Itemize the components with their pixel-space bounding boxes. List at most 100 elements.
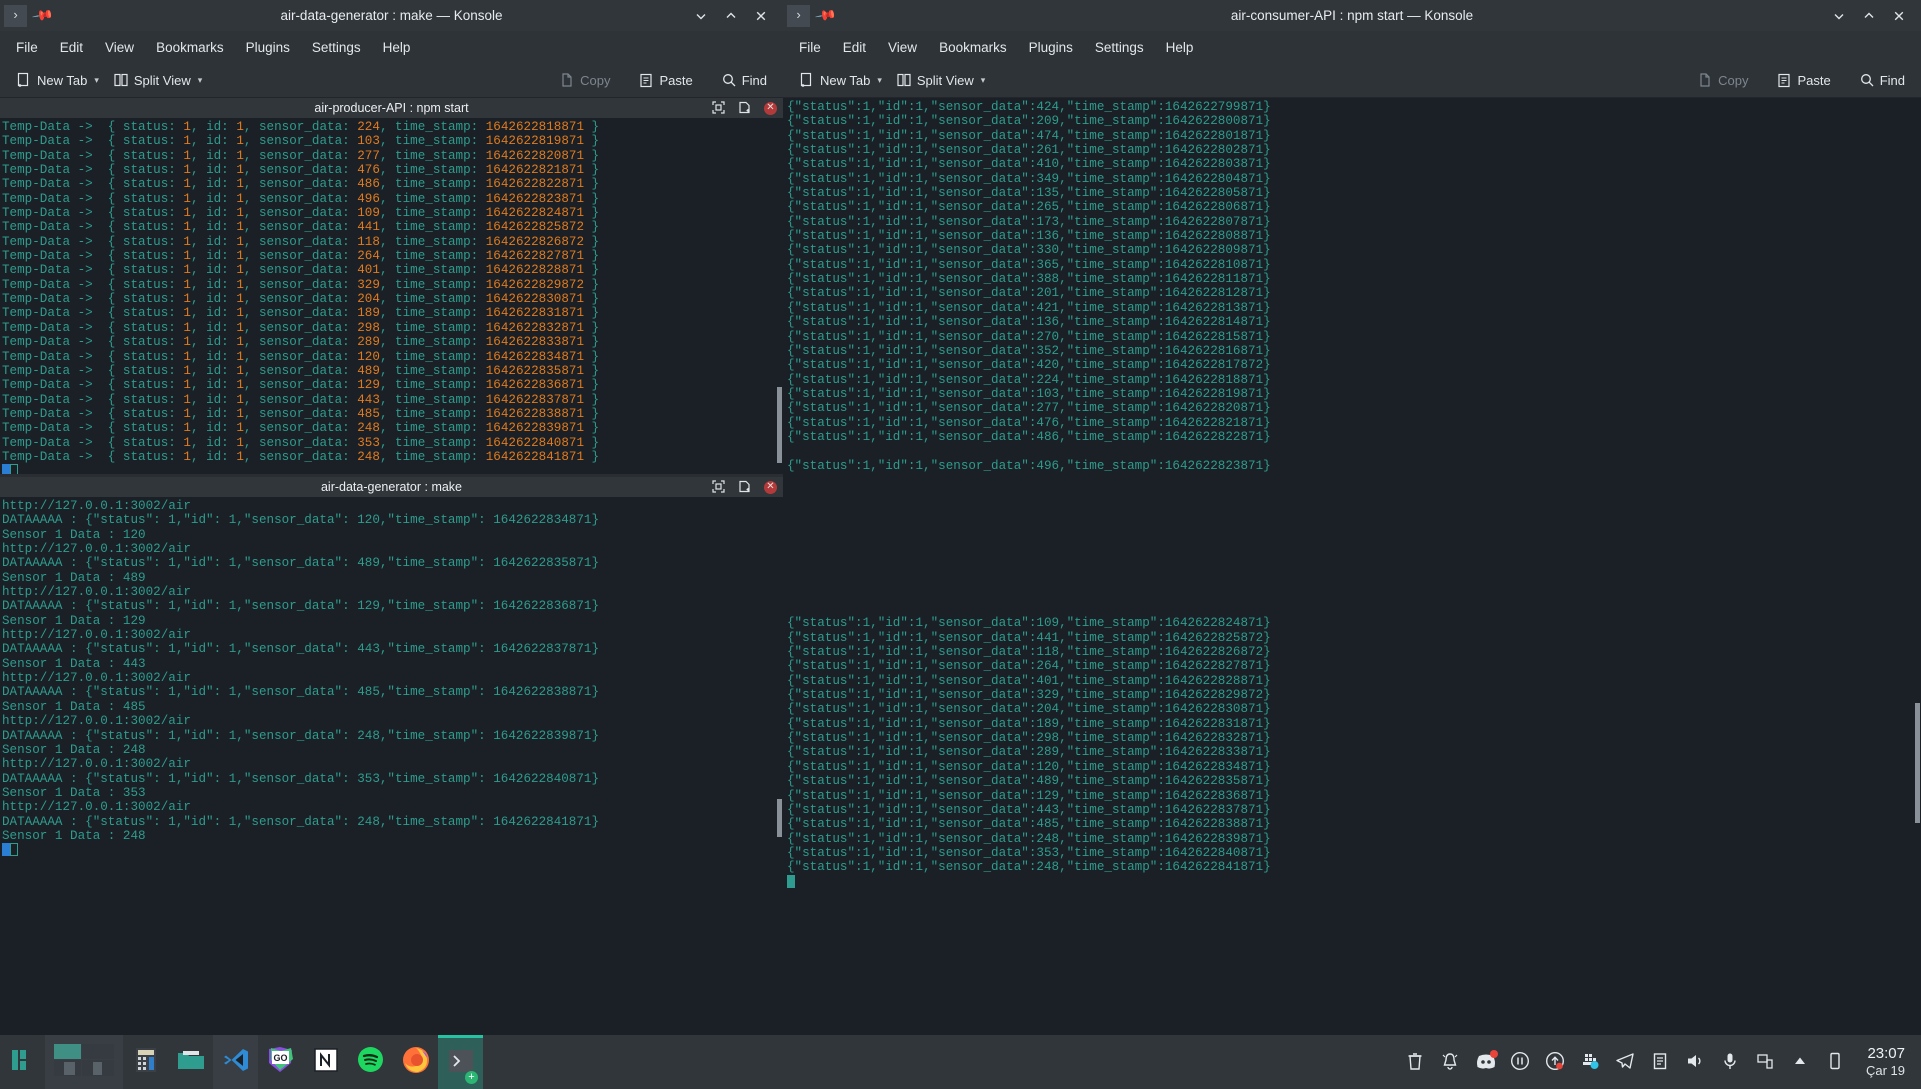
konsole-window-left[interactable]: › 📌 air-data-generator : make — Konsole … (0, 0, 783, 1035)
taskbar[interactable]: GO + 23:07 Çar 19 (0, 1035, 1921, 1089)
terminal-line: Temp-Data -> { status: 1, id: 1, sensor_… (2, 191, 600, 206)
taskbar-spotify[interactable] (348, 1035, 393, 1089)
menu-file-right[interactable]: File (788, 36, 832, 59)
terminal-line: {"status":1,"id":1,"sensor_data":421,"ti… (787, 300, 1271, 315)
close-button-left[interactable] (747, 3, 775, 29)
pane-header-generator[interactable]: air-data-generator : make ✕ (0, 477, 783, 497)
paste-label: Paste (659, 72, 693, 88)
maximize-button-left[interactable] (717, 3, 745, 29)
pane-body-generator[interactable]: http://127.0.0.1:3002/air DATAAAAA : {"st… (0, 497, 783, 1035)
new-tab-chevron-down-icon[interactable]: ▾ (877, 75, 882, 86)
menu-bookmarks-left[interactable]: Bookmarks (145, 36, 235, 59)
pane-header-producer[interactable]: air-producer-API : npm start ✕ (0, 98, 783, 118)
microphone-icon[interactable] (1720, 1051, 1742, 1073)
trash-icon[interactable] (1405, 1051, 1427, 1073)
find-button-right[interactable]: Find (1852, 69, 1912, 91)
clipboard-icon[interactable] (1650, 1051, 1672, 1073)
display-icon[interactable] (1825, 1051, 1847, 1073)
menu-view-right[interactable]: View (877, 36, 928, 59)
notifications-bell-icon[interactable] (1440, 1051, 1462, 1073)
add-session-icon[interactable]: + (465, 1071, 478, 1084)
terminal-line: Sensor 1 Data : 489 (2, 570, 146, 585)
scrollbar-consumer[interactable] (1914, 98, 1921, 1035)
menu-plugins-right[interactable]: Plugins (1018, 36, 1084, 59)
pane-body-producer[interactable]: Temp-Data -> { status: 1, id: 1, sensor_… (0, 118, 783, 474)
copy-button-right[interactable]: Copy (1690, 69, 1755, 91)
updates-icon[interactable] (1545, 1051, 1567, 1073)
split-view-chevron-down-icon[interactable]: ▾ (198, 75, 203, 86)
find-button-left[interactable]: Find (714, 69, 774, 91)
show-hidden-icon[interactable] (1790, 1051, 1812, 1073)
split-view-button-right[interactable]: Split View ▾ (889, 69, 992, 91)
app-menu-icon[interactable]: › (787, 4, 810, 27)
pin-icon[interactable]: 📌 (814, 4, 837, 28)
docker-icon[interactable] (1580, 1051, 1602, 1073)
konsole-window-right[interactable]: › 📌 air-consumer-API : npm start — Konso… (783, 0, 1921, 1035)
clock[interactable]: 23:07 Çar 19 (1860, 1045, 1911, 1079)
volume-icon[interactable] (1685, 1051, 1707, 1073)
pane-data-generator[interactable]: air-data-generator : make ✕ http://127.0… (0, 477, 783, 1035)
terminal-line: {"status":1,"id":1,"sensor_data":129,"ti… (787, 788, 1271, 803)
scrollbar-generator[interactable] (776, 497, 783, 1035)
terminal-line: {"status":1,"id":1,"sensor_data":270,"ti… (787, 329, 1271, 344)
menu-plugins-left[interactable]: Plugins (235, 36, 301, 59)
menu-settings-left[interactable]: Settings (301, 36, 372, 59)
menu-file-left[interactable]: File (5, 36, 49, 59)
new-pane-icon[interactable] (738, 101, 752, 115)
minimize-button-left[interactable] (687, 3, 715, 29)
telegram-icon[interactable] (1615, 1051, 1637, 1073)
split-view-chevron-down-icon[interactable]: ▾ (981, 75, 986, 86)
paste-button-right[interactable]: Paste (1769, 69, 1837, 91)
terminal-line: {"status":1,"id":1,"sensor_data":401,"ti… (787, 673, 1271, 688)
terminal-line: {"status":1,"id":1,"sensor_data":365,"ti… (787, 257, 1271, 272)
toolbar-right[interactable]: New Tab ▾ Split View ▾ Copy Paste Find (783, 63, 1921, 98)
menubar-right[interactable]: File Edit View Bookmarks Plugins Setting… (783, 31, 1921, 63)
menu-view-left[interactable]: View (94, 36, 145, 59)
pane-producer-api[interactable]: air-producer-API : npm start ✕ Temp-Data… (0, 98, 783, 474)
menu-help-right[interactable]: Help (1155, 36, 1205, 59)
taskbar-konsole[interactable]: + (438, 1035, 483, 1089)
taskbar-manjaro-menu[interactable] (0, 1035, 45, 1089)
copy-button-left[interactable]: Copy (552, 69, 617, 91)
terminal-line: {"status":1,"id":1,"sensor_data":109,"ti… (787, 616, 1271, 631)
expand-pane-icon[interactable] (712, 480, 726, 494)
taskbar-vscode[interactable] (213, 1035, 258, 1089)
network-icon[interactable] (1755, 1051, 1777, 1073)
window-tiling-icon (53, 1043, 115, 1082)
menu-edit-right[interactable]: Edit (832, 36, 877, 59)
titlebar-right[interactable]: › 📌 air-consumer-API : npm start — Konso… (783, 0, 1921, 31)
menu-help-left[interactable]: Help (372, 36, 422, 59)
split-view-button-left[interactable]: Split View ▾ (106, 69, 209, 91)
close-pane-icon[interactable]: ✕ (764, 101, 777, 115)
taskbar-firefox[interactable] (393, 1035, 438, 1089)
titlebar-left[interactable]: › 📌 air-data-generator : make — Konsole (0, 0, 783, 31)
scrollbar-producer[interactable] (776, 118, 783, 474)
menubar-left[interactable]: File Edit View Bookmarks Plugins Setting… (0, 31, 783, 63)
menu-edit-left[interactable]: Edit (49, 36, 94, 59)
new-pane-icon[interactable] (738, 480, 752, 494)
taskbar-window-tiling[interactable] (45, 1035, 123, 1089)
menu-settings-right[interactable]: Settings (1084, 36, 1155, 59)
discord-icon[interactable] (1475, 1050, 1498, 1073)
terminal-consumer-api[interactable]: {"status":1,"id":1,"sensor_data":424,"ti… (783, 98, 1921, 1035)
taskbar-file-manager[interactable] (168, 1035, 213, 1089)
taskbar-notion[interactable] (303, 1035, 348, 1089)
app-menu-icon[interactable]: › (4, 4, 27, 27)
taskbar-calculator[interactable] (123, 1035, 168, 1089)
maximize-button-right[interactable] (1855, 3, 1883, 29)
new-tab-button-right[interactable]: New Tab ▾ (792, 69, 889, 91)
taskbar-goland[interactable]: GO (258, 1035, 303, 1089)
close-pane-icon[interactable]: ✕ (764, 480, 777, 494)
new-tab-chevron-down-icon[interactable]: ▾ (94, 75, 99, 86)
pin-icon[interactable]: 📌 (31, 4, 54, 28)
expand-pane-icon[interactable] (712, 101, 726, 115)
toolbar-left[interactable]: New Tab ▾ Split View ▾ Copy Paste Find (0, 63, 783, 98)
new-tab-button-left[interactable]: New Tab ▾ (9, 69, 106, 91)
media-pause-icon[interactable] (1510, 1051, 1532, 1073)
copy-icon (559, 72, 575, 88)
minimize-button-right[interactable] (1825, 3, 1853, 29)
menu-bookmarks-right[interactable]: Bookmarks (928, 36, 1018, 59)
terminal-line: Sensor 1 Data : 485 (2, 699, 146, 714)
close-button-right[interactable] (1885, 3, 1913, 29)
paste-button-left[interactable]: Paste (631, 69, 699, 91)
